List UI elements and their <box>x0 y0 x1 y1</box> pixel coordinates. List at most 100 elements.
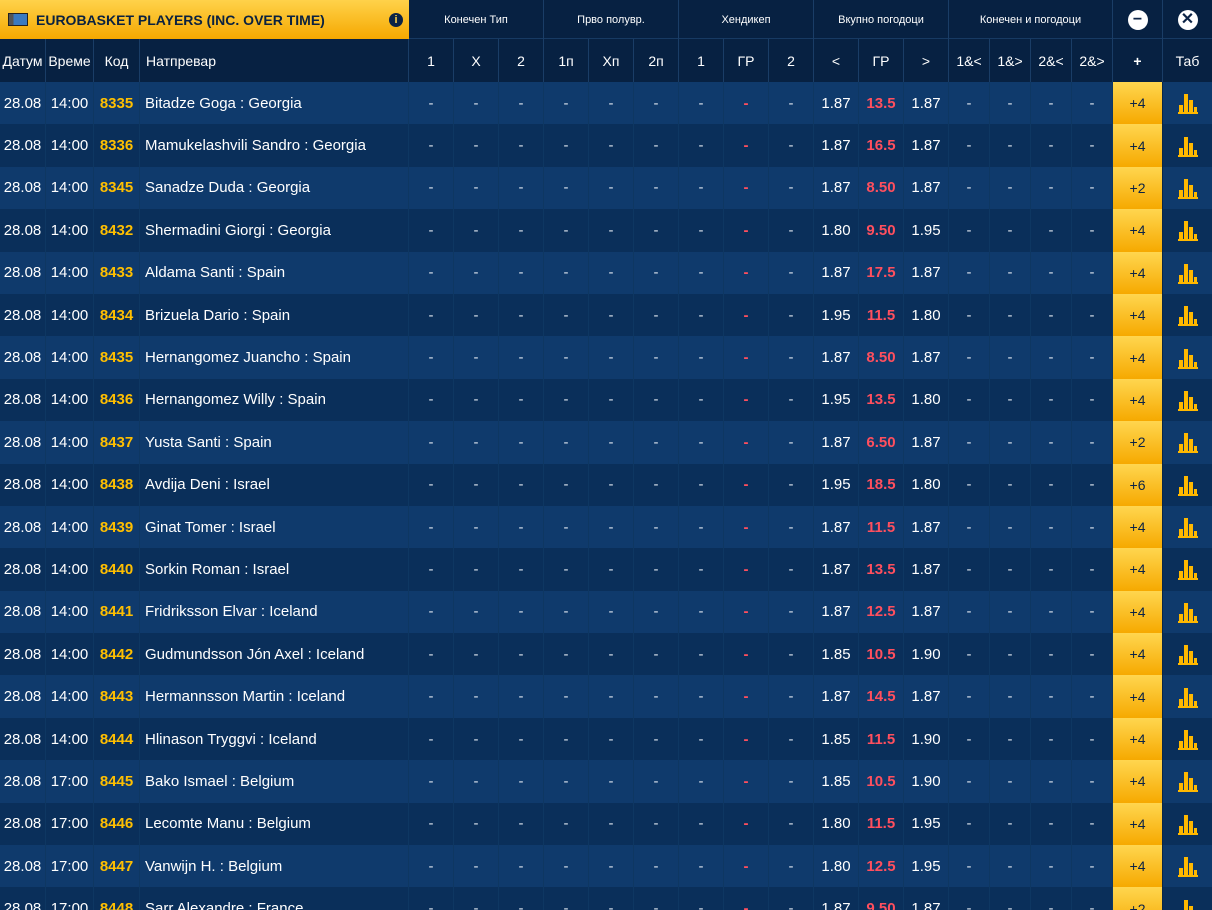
row-more-button[interactable]: +4 <box>1113 209 1163 252</box>
row-stats-button[interactable] <box>1163 548 1212 590</box>
row-1-under[interactable]: - <box>949 336 990 379</box>
row-hc-line[interactable]: - <box>724 209 769 252</box>
row-hc-line[interactable]: - <box>724 845 769 888</box>
table-row[interactable]: 28.08 14:00 8345 Sanadze Duda : Georgia - - - -… <box>0 166 1212 210</box>
row-2-under[interactable]: - <box>1031 166 1072 210</box>
row-hc-2[interactable]: - <box>769 336 814 379</box>
row-2-over[interactable]: - <box>1072 293 1113 337</box>
row-more-button[interactable]: +4 <box>1113 378 1163 422</box>
row-odd-1p[interactable]: - <box>544 590 589 634</box>
row-odd-x[interactable]: - <box>454 633 499 676</box>
row-hc-2[interactable]: - <box>769 845 814 888</box>
row-under[interactable]: 1.85 <box>814 717 859 761</box>
row-odd-2p[interactable]: - <box>634 124 679 167</box>
row-odd-1p[interactable]: - <box>544 633 589 676</box>
row-hc-1[interactable]: - <box>679 802 724 846</box>
row-under[interactable]: 1.95 <box>814 293 859 337</box>
row-odd-2p[interactable]: - <box>634 633 679 676</box>
row-under[interactable]: 1.80 <box>814 845 859 888</box>
row-odd-2p[interactable]: - <box>634 548 679 591</box>
row-1-under[interactable]: - <box>949 845 990 888</box>
table-row[interactable]: 28.08 14:00 8436 Hernangomez Willy : Spain -… <box>0 378 1212 422</box>
row-2-over[interactable]: - <box>1072 378 1113 422</box>
row-hc-line[interactable]: - <box>724 421 769 464</box>
row-under[interactable]: 1.87 <box>814 590 859 634</box>
row-odd-2[interactable]: - <box>499 293 544 337</box>
row-odd-1[interactable]: - <box>409 633 454 676</box>
row-2-over[interactable]: - <box>1072 421 1113 464</box>
row-odd-xp[interactable]: - <box>589 548 634 591</box>
table-row[interactable]: 28.08 14:00 8443 Hermannsson Martin : Icela… <box>0 675 1212 718</box>
row-odd-1[interactable]: - <box>409 166 454 210</box>
row-odd-2[interactable]: - <box>499 590 544 634</box>
row-hc-1[interactable]: - <box>679 675 724 718</box>
row-2-under[interactable]: - <box>1031 293 1072 337</box>
row-more-button[interactable]: +2 <box>1113 166 1163 210</box>
row-odd-1[interactable]: - <box>409 845 454 888</box>
row-2-under[interactable]: - <box>1031 717 1072 761</box>
row-1-under[interactable]: - <box>949 548 990 591</box>
row-odd-2[interactable]: - <box>499 845 544 888</box>
row-odd-2p[interactable]: - <box>634 421 679 464</box>
row-match[interactable]: Ginat Tomer : Israel <box>140 505 409 549</box>
row-hc-1[interactable]: - <box>679 548 724 591</box>
row-1-over[interactable]: - <box>990 463 1031 506</box>
row-stats-button[interactable] <box>1163 294 1212 336</box>
row-hc-2[interactable]: - <box>769 421 814 464</box>
row-hc-line[interactable]: - <box>724 463 769 506</box>
table-row[interactable]: 28.08 14:00 8335 Bitadze Goga : Georgia - - - -… <box>0 82 1212 125</box>
row-1-under[interactable]: - <box>949 887 990 910</box>
row-match[interactable]: Hernangomez Willy : Spain <box>140 378 409 422</box>
row-odd-1p[interactable]: - <box>544 887 589 910</box>
row-odd-xp[interactable]: - <box>589 717 634 761</box>
row-match[interactable]: Hlinason Tryggvi : Iceland <box>140 717 409 761</box>
row-odd-2[interactable]: - <box>499 675 544 718</box>
row-1-over[interactable]: - <box>990 760 1031 803</box>
row-hc-1[interactable]: - <box>679 590 724 634</box>
row-2-over[interactable]: - <box>1072 505 1113 549</box>
row-1-under[interactable]: - <box>949 675 990 718</box>
row-1-under[interactable]: - <box>949 82 990 125</box>
row-1-under[interactable]: - <box>949 505 990 549</box>
row-over[interactable]: 1.80 <box>904 463 949 506</box>
table-row[interactable]: 28.08 17:00 8448 Sarr Alexandre : France - - -… <box>0 887 1212 910</box>
row-match[interactable]: Lecomte Manu : Belgium <box>140 802 409 846</box>
row-odd-1p[interactable]: - <box>544 124 589 167</box>
row-2-over[interactable]: - <box>1072 590 1113 634</box>
row-odd-xp[interactable]: - <box>589 378 634 422</box>
table-row[interactable]: 28.08 14:00 8336 Mamukelashvili Sandro : Ge… <box>0 124 1212 167</box>
row-odd-x[interactable]: - <box>454 251 499 294</box>
row-odd-xp[interactable]: - <box>589 633 634 676</box>
info-icon[interactable]: i <box>389 12 403 27</box>
row-over[interactable]: 1.87 <box>904 675 949 718</box>
row-odd-2[interactable]: - <box>499 633 544 676</box>
row-odd-1[interactable]: - <box>409 463 454 506</box>
row-hc-line[interactable]: - <box>724 675 769 718</box>
row-2-under[interactable]: - <box>1031 548 1072 591</box>
row-over[interactable]: 1.87 <box>904 124 949 167</box>
row-odd-2[interactable]: - <box>499 124 544 167</box>
row-over[interactable]: 1.90 <box>904 760 949 803</box>
row-2-over[interactable]: - <box>1072 336 1113 379</box>
row-1-over[interactable]: - <box>990 717 1031 761</box>
row-odd-1p[interactable]: - <box>544 845 589 888</box>
row-1-under[interactable]: - <box>949 463 990 506</box>
row-more-button[interactable]: +4 <box>1113 717 1163 761</box>
row-hc-1[interactable]: - <box>679 293 724 337</box>
collapse-button[interactable]: − <box>1113 0 1163 39</box>
row-hc-1[interactable]: - <box>679 717 724 761</box>
row-hc-1[interactable]: - <box>679 505 724 549</box>
row-2-under[interactable]: - <box>1031 209 1072 252</box>
row-odd-2[interactable]: - <box>499 421 544 464</box>
row-more-button[interactable]: +4 <box>1113 760 1163 803</box>
row-hc-line[interactable]: - <box>724 378 769 422</box>
row-odd-1[interactable]: - <box>409 505 454 549</box>
row-match[interactable]: Aldama Santi : Spain <box>140 251 409 294</box>
row-odd-1[interactable]: - <box>409 124 454 167</box>
row-stats-button[interactable] <box>1163 124 1212 166</box>
row-odd-2p[interactable]: - <box>634 251 679 294</box>
row-odd-1p[interactable]: - <box>544 802 589 846</box>
row-more-button[interactable]: +2 <box>1113 887 1163 910</box>
row-stats-button[interactable] <box>1163 82 1212 124</box>
row-odd-xp[interactable]: - <box>589 209 634 252</box>
